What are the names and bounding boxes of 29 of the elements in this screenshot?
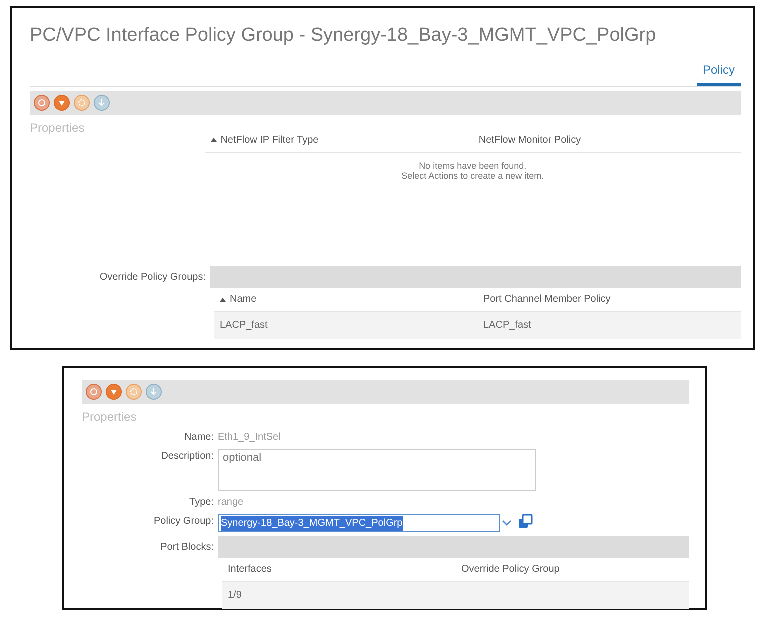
download-icon[interactable] (94, 94, 110, 110)
table-cell-text: 1/9 (227, 589, 243, 603)
field-value: Eth1_9_IntSel (218, 431, 281, 445)
column-header[interactable]: NetFlow Monitor Policy (478, 132, 582, 148)
field-label: Name: (184, 431, 215, 445)
description-field[interactable]: optional (218, 449, 536, 491)
field-value: range (218, 496, 244, 510)
column-header[interactable]: Override Policy Group (462, 562, 560, 577)
empty-message: No items have been found. Select Actions to create a new item. (400, 160, 546, 182)
page-title: PC/VPC Interface Policy Group - Synergy-18_Bay-3_MGMT_VPC_PolGrp (30, 24, 658, 48)
circle-icon[interactable] (86, 384, 102, 400)
field-label: Description: (160, 450, 215, 464)
download-icon[interactable] (146, 384, 162, 400)
dropdown-field[interactable]: Synergy-18_Bay-3_MGMT_VPC_PolGrp (218, 514, 500, 532)
column-header[interactable]: Interfaces (228, 562, 272, 577)
copy-icon[interactable] (518, 514, 534, 530)
field-label: Type: (188, 496, 215, 510)
tab[interactable]: Policy (696, 58, 741, 86)
field-label: Port Blocks: (160, 540, 215, 554)
table-cell-text: LACP_fast (219, 319, 269, 334)
table-cell-text: LACP_fast (482, 319, 532, 334)
field-label: Override Policy Groups: (98, 270, 207, 285)
column-header[interactable]: NetFlow IP Filter Type (220, 132, 319, 148)
section-label: Properties (82, 409, 138, 426)
column-header[interactable]: Port Channel Member Policy (484, 292, 611, 308)
section-label: Properties (30, 120, 85, 136)
circle-icon[interactable] (34, 94, 50, 110)
column-header[interactable]: Name (230, 292, 257, 308)
field-label: Policy Group: (152, 515, 215, 529)
